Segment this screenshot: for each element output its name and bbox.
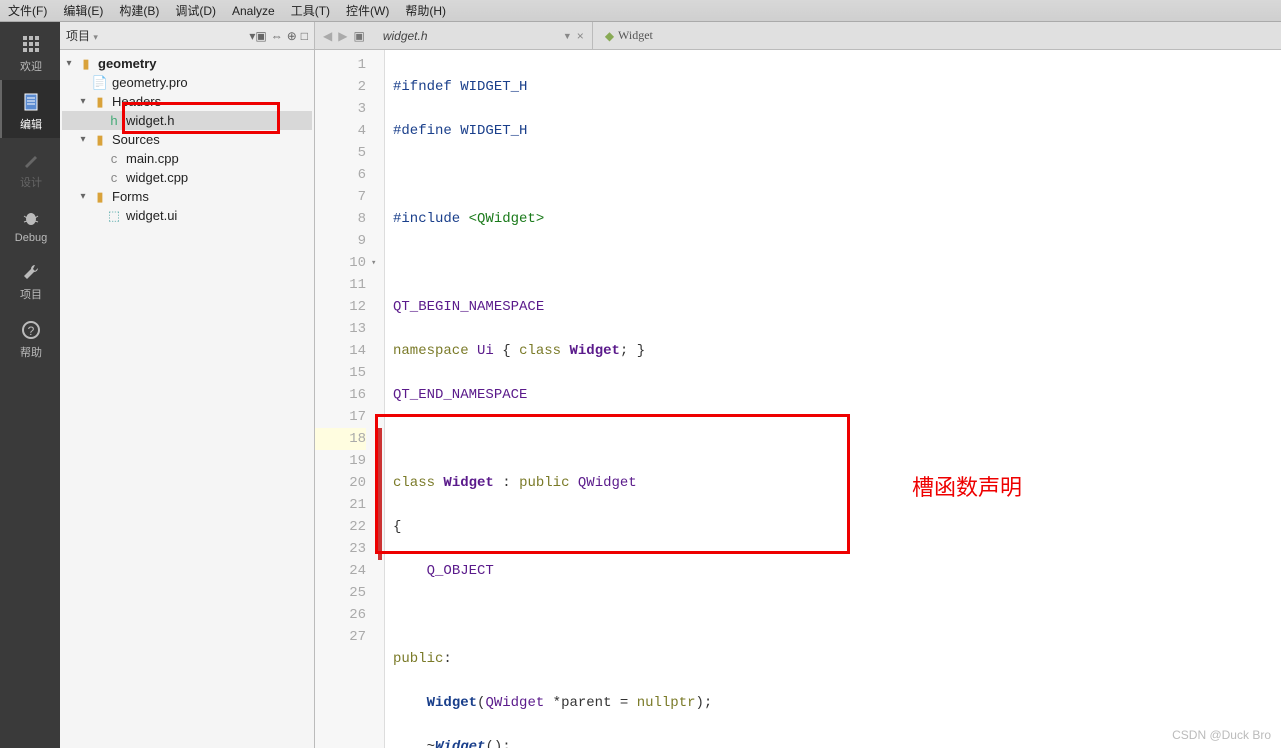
editor-tab-symbol[interactable]: ◆ Widget [593,28,665,43]
menu-file[interactable]: 文件(F) [8,2,47,19]
mode-welcome[interactable]: 欢迎 [0,22,60,80]
mode-project-label: 项目 [2,286,60,302]
mode-design-label: 设计 [2,174,60,190]
folder-icon: ▮ [92,133,108,147]
tree-pro-label: geometry.pro [112,75,188,90]
bug-icon [19,206,43,230]
cpp-file-icon: c [106,171,122,185]
menu-tools[interactable]: 工具(T) [291,2,330,19]
tree-widget-ui[interactable]: ⬚ widget.ui [62,206,312,225]
tree-headers-folder[interactable]: ▾▮Headers [62,92,312,111]
pencil-icon [19,148,43,172]
project-tree: ▾▮geometry 📄geometry.pro ▾▮Headers hwidg… [60,50,314,229]
mode-project[interactable]: 项目 [0,250,60,308]
tree-sources-label: Sources [112,132,160,147]
add-icon[interactable]: ⊕ [287,29,297,43]
pro-file-icon: 📄 [92,76,108,90]
filter-icon[interactable]: ▾▣ [249,29,266,43]
tree-sources-folder[interactable]: ▾▮Sources [62,130,312,149]
editor-tab-current[interactable]: widget.h ▼ × [373,22,593,49]
mode-welcome-label: 欢迎 [2,58,60,74]
editor-tab-label: widget.h [383,29,428,43]
mode-edit-label: 编辑 [2,116,60,132]
code-content[interactable]: #ifndef WIDGET_H #define WIDGET_H #inclu… [385,50,1281,748]
tree-main-cpp[interactable]: c main.cpp [62,149,312,168]
tree-forms-label: Forms [112,189,149,204]
tree-widget-ui-label: widget.ui [126,208,177,223]
tree-headers-label: Headers [112,94,161,109]
code-editor[interactable]: 1234567891011121314151617181920212223242… [315,50,1281,748]
tree-widget-cpp[interactable]: c widget.cpp [62,168,312,187]
project-panel: 项目 ▾ ▾▣ ⇔ ⊕ □ ▾▮geometry 📄geometry.pro ▾… [60,22,315,748]
tree-widget-h[interactable]: h widget.h [62,111,312,130]
editor-nav-controls: ◀ ▶ ▣ [315,29,373,43]
tree-root-label: geometry [98,56,157,71]
grid-icon [19,32,43,56]
editor-symbol-label: Widget [618,28,653,43]
split-icon[interactable]: □ [301,29,308,43]
tree-forms-folder[interactable]: ▾▮Forms [62,187,312,206]
editor-tab-bar: ◀ ▶ ▣ widget.h ▼ × ◆ Widget [315,22,1281,50]
mode-debug[interactable]: Debug [0,196,60,250]
menu-help[interactable]: 帮助(H) [405,2,446,19]
mode-sidebar: 欢迎 编辑 设计 Debug 项目 ? 帮助 [0,22,60,748]
mode-edit[interactable]: 编辑 [0,80,60,138]
bookmark-icon[interactable]: ▣ [353,29,364,43]
mode-design[interactable]: 设计 [0,138,60,196]
menu-widgets[interactable]: 控件(W) [346,2,389,19]
menu-bar: 文件(F) 编辑(E) 构建(B) 调试(D) Analyze 工具(T) 控件… [0,0,1281,22]
close-icon[interactable]: × [577,29,584,43]
menu-edit[interactable]: 编辑(E) [63,2,103,19]
folder-icon: ▮ [92,95,108,109]
project-panel-header: 项目 ▾ ▾▣ ⇔ ⊕ □ [60,22,314,50]
tree-widget-h-label: widget.h [126,113,174,128]
tree-pro-file[interactable]: 📄 geometry.pro [62,73,312,92]
folder-icon: ▮ [92,190,108,204]
watermark: CSDN @Duck Bro [1172,728,1271,742]
menu-debug[interactable]: 调试(D) [175,2,216,19]
annotation-text: 槽函数声明 [912,470,1022,502]
tree-main-cpp-label: main.cpp [126,151,179,166]
chevron-down-icon[interactable]: ▼ [563,31,572,41]
mode-help[interactable]: ? 帮助 [0,308,60,366]
link-icon[interactable]: ⇔ [271,29,283,43]
svg-text:?: ? [28,324,35,338]
tree-project-root[interactable]: ▾▮geometry [62,54,312,73]
header-file-icon: h [106,114,122,128]
project-panel-title: 项目 ▾ [66,27,98,44]
cpp-file-icon: c [106,152,122,166]
modification-marker [378,428,382,560]
menu-analyze[interactable]: Analyze [232,4,275,18]
class-icon: ◆ [605,29,614,43]
mode-debug-label: Debug [2,232,60,244]
project-panel-tools: ▾▣ ⇔ ⊕ □ [249,29,308,43]
help-icon: ? [19,318,43,342]
ui-file-icon: ⬚ [106,209,122,223]
line-number-gutter: 1234567891011121314151617181920212223242… [315,50,385,748]
menu-build[interactable]: 构建(B) [119,2,159,19]
editor-area: ◀ ▶ ▣ widget.h ▼ × ◆ Widget 123456789101… [315,22,1281,748]
nav-fwd-icon[interactable]: ▶ [338,29,347,43]
wrench-icon [19,260,43,284]
document-icon [19,90,43,114]
fold-icon[interactable]: ▾ [371,252,376,274]
tree-widget-cpp-label: widget.cpp [126,170,188,185]
nav-back-icon[interactable]: ◀ [323,29,332,43]
folder-icon: ▮ [78,57,94,71]
mode-help-label: 帮助 [2,344,60,360]
